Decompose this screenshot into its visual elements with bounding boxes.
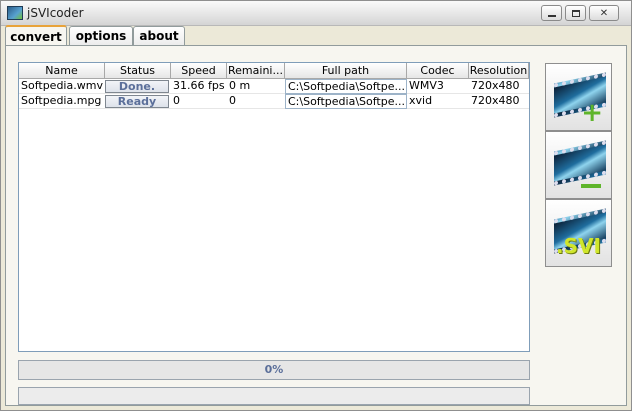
cell-name: Softpedia.wmv bbox=[19, 79, 105, 94]
cell-codec: WMV3 bbox=[407, 79, 469, 94]
minimize-button[interactable] bbox=[541, 5, 562, 21]
film-strip-icon bbox=[554, 140, 606, 186]
convert-svi-button[interactable]: .SVI bbox=[545, 199, 612, 267]
title-bar: jSVIcoder ✕ bbox=[1, 1, 631, 26]
close-icon: ✕ bbox=[599, 7, 609, 19]
close-button[interactable]: ✕ bbox=[589, 5, 619, 21]
column-header-codec[interactable]: Codec bbox=[407, 63, 469, 79]
cell-speed: 0 bbox=[171, 94, 227, 109]
cell-name: Softpedia.mpg bbox=[19, 94, 105, 109]
add-video-icon: + bbox=[581, 98, 603, 128]
status-bar bbox=[18, 387, 530, 405]
file-table[interactable]: Name Status Speed Remaini... Full path C… bbox=[18, 62, 530, 352]
column-header-name[interactable]: Name bbox=[19, 63, 105, 79]
cell-speed: 31.66 fps bbox=[171, 79, 227, 94]
convert-panel: Name Status Speed Remaini... Full path C… bbox=[5, 45, 627, 406]
app-window: jSVIcoder ✕ convert options about Name S… bbox=[0, 0, 632, 411]
status-badge: Done. bbox=[105, 80, 169, 93]
svi-logo: .SVI bbox=[556, 234, 601, 258]
tab-convert[interactable]: convert bbox=[5, 25, 67, 46]
cell-full-path: C:\Softpedia\Softpe... bbox=[285, 79, 407, 94]
cell-full-path: C:\Softpedia\Softpe... bbox=[285, 94, 407, 109]
app-icon bbox=[7, 6, 23, 20]
minimize-icon bbox=[547, 15, 556, 17]
column-header-status[interactable]: Status bbox=[105, 63, 171, 79]
column-header-remaining[interactable]: Remaini... bbox=[227, 63, 285, 79]
tab-about[interactable]: about bbox=[133, 26, 185, 45]
add-file-button[interactable]: + bbox=[545, 63, 612, 131]
cell-status: Done. bbox=[105, 79, 171, 94]
column-header-speed[interactable]: Speed bbox=[171, 63, 227, 79]
tab-options[interactable]: options bbox=[69, 26, 133, 45]
window-title: jSVIcoder bbox=[27, 6, 84, 20]
progress-bar: 0% bbox=[18, 360, 530, 380]
cell-remaining: 0 bbox=[227, 94, 285, 109]
cell-codec: xvid bbox=[407, 94, 469, 109]
column-header-full-path[interactable]: Full path bbox=[285, 63, 407, 79]
remove-file-button[interactable] bbox=[545, 131, 612, 199]
cell-remaining: 0 m bbox=[227, 79, 285, 94]
remove-video-icon bbox=[581, 184, 601, 188]
status-badge: Ready bbox=[105, 95, 169, 108]
table-row[interactable]: Softpedia.mpg Ready 0 0 C:\Softpedia\Sof… bbox=[19, 94, 529, 109]
table-row[interactable]: Softpedia.wmv Done. 31.66 fps 0 m C:\Sof… bbox=[19, 79, 529, 94]
cell-resolution: 720x480 bbox=[469, 79, 529, 94]
table-header: Name Status Speed Remaini... Full path C… bbox=[19, 63, 529, 79]
maximize-button[interactable] bbox=[565, 5, 586, 21]
column-header-resolution[interactable]: Resolution bbox=[469, 63, 529, 79]
maximize-icon bbox=[571, 9, 580, 17]
cell-resolution: 720x480 bbox=[469, 94, 529, 109]
cell-status: Ready bbox=[105, 94, 171, 109]
